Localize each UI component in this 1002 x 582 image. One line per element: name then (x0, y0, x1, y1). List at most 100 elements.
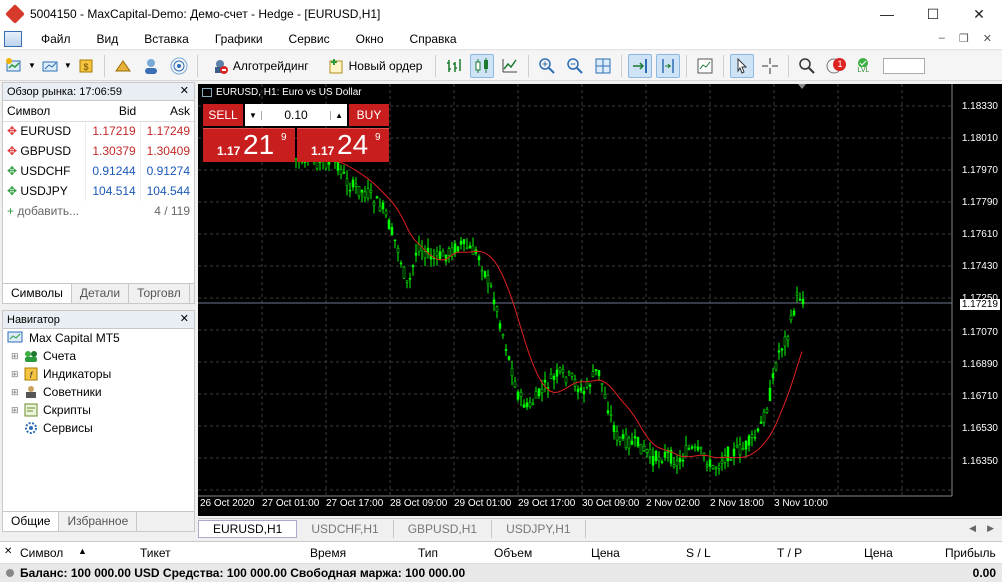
dropdown-arrow-icon[interactable]: ▼ (28, 61, 36, 70)
close-button[interactable]: ✕ (956, 0, 1002, 28)
navigator-root[interactable]: Max Capital MT5 (3, 329, 194, 347)
child-minimize-button[interactable]: – (939, 32, 945, 45)
navigator-item-services[interactable]: Сервисы (3, 419, 194, 437)
candle-body (780, 348, 784, 351)
add-symbol-row[interactable]: + добавить... 4 / 119 (3, 201, 194, 221)
navigator-button[interactable] (139, 54, 163, 78)
time-axis[interactable]: 26 Oct 2020 27 Oct 01:00 27 Oct 17:00 28… (198, 496, 952, 516)
candle-body (435, 251, 439, 257)
dropdown-arrow-icon[interactable]: ▼ (64, 61, 72, 70)
zoom-in-button[interactable] (535, 54, 559, 78)
col-symbol-header[interactable]: Символ (3, 101, 86, 122)
table-row[interactable]: ✥ USDCHF 0.91244 0.91274 (3, 161, 194, 181)
scroll-right-icon[interactable]: ▶ (987, 523, 994, 534)
col-type[interactable]: Тип (418, 546, 438, 560)
table-row[interactable]: ✥ EURUSD 1.17219 1.17249 (3, 121, 194, 141)
minimize-button[interactable]: — (864, 0, 910, 28)
zoom-out-button[interactable] (563, 54, 587, 78)
menu-file[interactable]: Файл (28, 32, 84, 46)
sell-button[interactable]: SELL (203, 104, 243, 126)
tab-usdchf[interactable]: USDCHF,H1 (297, 519, 394, 538)
menu-charts[interactable]: Графики (202, 32, 276, 46)
candlestick-chart-button[interactable] (470, 53, 495, 78)
signal-level-button[interactable]: LVL (851, 54, 875, 78)
search-button[interactable] (795, 54, 819, 78)
lot-size-field[interactable]: ▼ 0.10 ▲ (245, 104, 347, 126)
navigator-item-indicators[interactable]: ⊞ f Индикаторы (3, 365, 194, 383)
new-order-button[interactable]: Новый ордер (320, 54, 430, 78)
tab-favorites[interactable]: Избранное (59, 512, 138, 531)
menu-view[interactable]: Вид (84, 32, 132, 46)
sell-price-box[interactable]: 1.17 21 9 (203, 128, 295, 162)
menu-help[interactable]: Справка (397, 32, 470, 46)
candle-body (342, 172, 346, 174)
child-close-button[interactable]: ✕ (983, 32, 992, 45)
close-icon[interactable]: ✕ (180, 312, 189, 325)
col-time[interactable]: Время (310, 546, 346, 560)
chart-shift-button[interactable] (656, 53, 681, 78)
menu-insert[interactable]: Вставка (131, 32, 202, 46)
crosshair-button[interactable] (758, 54, 782, 78)
candle-body (567, 371, 571, 374)
expand-icon[interactable]: ⊞ (11, 405, 23, 416)
col-price-current[interactable]: Цена (864, 546, 893, 560)
col-sl[interactable]: S / L (686, 546, 711, 560)
candle-body (648, 449, 652, 458)
sell-price-main: 21 (243, 129, 275, 160)
data-window-button[interactable] (111, 54, 135, 78)
algo-trading-button[interactable]: Алготрейдинг (204, 54, 316, 78)
scroll-left-icon[interactable]: ◀ (969, 523, 976, 534)
signals-icon (114, 59, 131, 71)
tab-gbpusd[interactable]: GBPUSD,H1 (394, 519, 493, 538)
cursor-button[interactable] (730, 53, 755, 78)
close-icon[interactable]: ✕ (4, 546, 12, 557)
menu-tools[interactable]: Сервис (276, 32, 343, 46)
tab-eurusd[interactable]: EURUSD,H1 (198, 519, 298, 538)
col-volume[interactable]: Объем (494, 546, 532, 560)
col-ticket[interactable]: Тикет (140, 546, 171, 560)
close-icon[interactable]: ✕ (180, 84, 189, 97)
candle-body (408, 278, 412, 280)
col-symbol[interactable]: Символ (20, 546, 63, 560)
signals-button[interactable] (167, 54, 191, 78)
navigator-item-experts[interactable]: ⊞ Советники (3, 383, 194, 401)
chevron-down-icon[interactable]: ▼ (249, 110, 262, 120)
expand-icon[interactable]: ⊞ (11, 387, 23, 398)
col-bid-header[interactable]: Bid (85, 101, 141, 122)
bar-chart-button[interactable] (442, 54, 466, 78)
line-chart-button[interactable] (498, 54, 522, 78)
navigator-item-scripts[interactable]: ⊞ Скрипты (3, 401, 194, 419)
col-ask-header[interactable]: Ask (140, 101, 194, 122)
navigator-item-accounts[interactable]: ⊞ Счета (3, 347, 194, 365)
buy-button[interactable]: BUY (349, 104, 389, 126)
col-profit[interactable]: Прибыль (945, 546, 996, 560)
profiles-button[interactable] (38, 54, 62, 78)
tab-common[interactable]: Общие (3, 512, 60, 531)
tab-trading[interactable]: Торговл (129, 284, 190, 303)
notifications-button[interactable]: 1 (823, 54, 847, 78)
tab-details[interactable]: Детали (72, 284, 130, 303)
price-chart[interactable]: EURUSD, H1: Euro vs US Dollar SELL ▼ 0.1… (198, 84, 1002, 516)
expand-icon[interactable]: ⊞ (11, 351, 23, 362)
candle-body (657, 456, 661, 461)
table-row[interactable]: ✥ GBPUSD 1.30379 1.30409 (3, 141, 194, 161)
child-restore-button[interactable]: ❐ (959, 32, 969, 45)
table-row[interactable]: ✥ USDJPY 104.514 104.544 (3, 181, 194, 201)
maximize-button[interactable]: ☐ (910, 0, 956, 28)
buy-price-box[interactable]: 1.17 24 9 (297, 128, 389, 162)
col-price[interactable]: Цена (591, 546, 620, 560)
chevron-up-icon[interactable]: ▲ (330, 110, 343, 120)
menu-window[interactable]: Окно (343, 32, 397, 46)
tile-windows-button[interactable] (591, 54, 615, 78)
tab-symbols[interactable]: Символы (3, 284, 72, 303)
expand-icon[interactable]: ⊞ (11, 369, 23, 380)
tab-usdjpy[interactable]: USDJPY,H1 (492, 519, 586, 538)
new-chart-button[interactable] (2, 54, 26, 78)
col-tp[interactable]: T / P (777, 546, 802, 560)
market-watch-button[interactable]: $ (74, 54, 98, 78)
price-axis[interactable]: 1.18330 1.18010 1.17970 1.17790 1.17610 … (952, 84, 1002, 516)
toolbar-search-field[interactable] (883, 57, 926, 74)
templates-button[interactable] (693, 54, 717, 78)
auto-scroll-button[interactable] (628, 53, 653, 78)
title-bar: 5004150 - MaxCapital-Demo: Демо-счет - H… (0, 0, 1002, 28)
